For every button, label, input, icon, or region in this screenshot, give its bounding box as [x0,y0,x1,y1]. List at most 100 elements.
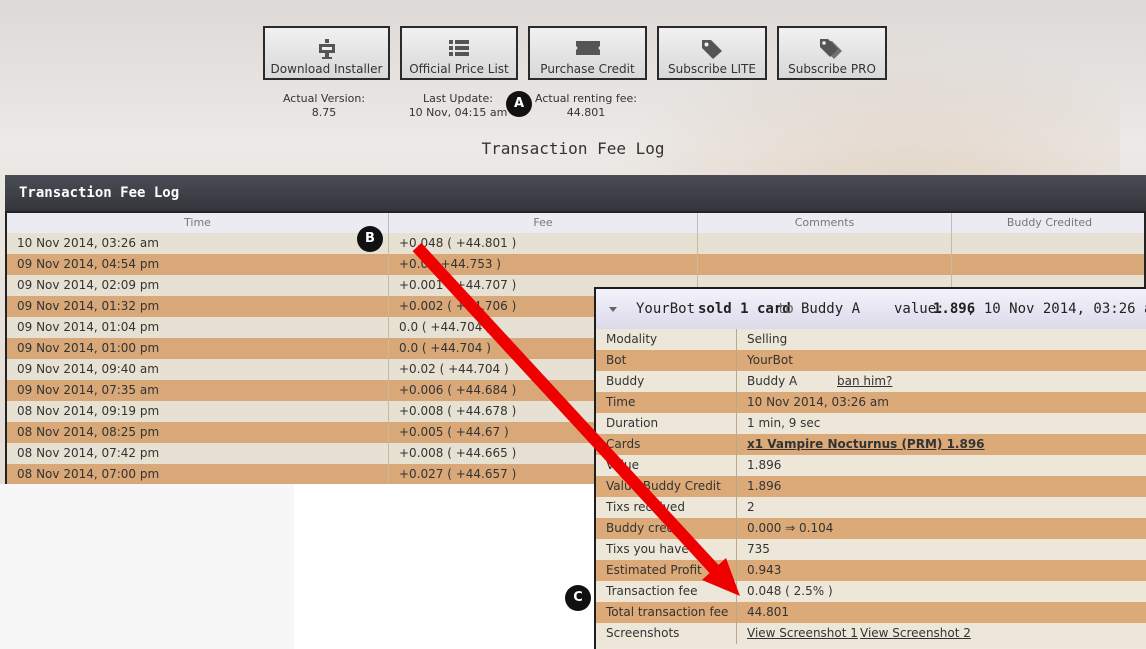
marker-a: A [506,91,532,117]
detail-row: Modality Selling [596,329,1146,350]
detail-key: Value [606,458,639,472]
detail-key: Duration [606,416,659,430]
ticket-icon [530,38,645,60]
marker-b: B [357,226,383,252]
version-info: Actual Version: 8.75 [268,92,380,120]
renting-fee-info: Actual renting fee: 44.801 [532,92,640,120]
detail-divider [736,476,737,497]
column-header-buddy-credited[interactable]: Buddy Credited [952,213,1144,233]
column-header-fee[interactable]: Fee [389,213,698,233]
renting-fee-label: Actual renting fee: [535,92,637,105]
header-bot-name: YourBot [636,301,696,317]
detail-row: Duration 1 min, 9 sec [596,413,1146,434]
detail-key: Transaction fee [606,584,698,598]
detail-divider [736,560,737,581]
tags-icon [779,38,885,60]
tag-icon [659,38,765,60]
table-row[interactable]: 10 Nov 2014, 03:26 am +0.048 ( +44.801 ) [7,233,1144,254]
detail-value: Selling [747,332,788,346]
detail-value: 1.896 [747,479,782,493]
ban-link[interactable]: ban him? [837,371,892,392]
detail-key: Bot [606,353,627,367]
header-datetime: , 10 Nov 2014, 03:26 am [967,301,1146,317]
cell-time: 08 Nov 2014, 07:42 pm [7,443,389,464]
detail-value: 0.048 ( 2.5% ) [747,584,833,598]
detail-key: Screenshots [606,626,680,640]
cell-time: 08 Nov 2014, 09:19 pm [7,401,389,422]
cell-time: 09 Nov 2014, 01:00 pm [7,338,389,359]
list-icon [402,38,516,60]
subscribe-pro-button[interactable]: Subscribe PRO [777,26,887,80]
detail-divider [736,392,737,413]
detail-row: Tixs received 2 [596,497,1146,518]
blank-area [0,484,294,649]
cell-time: 09 Nov 2014, 02:09 pm [7,275,389,296]
detail-value: 0.943 [747,563,782,577]
detail-value: 2 [747,500,755,514]
detail-value: 0.000 ⇒ 0.104 [747,521,834,535]
detail-divider [736,455,737,476]
version-label: Actual Version: [282,92,366,105]
purchase-credit-button[interactable]: Purchase Credit [528,26,647,80]
detail-row: Buddy credit 0.000 ⇒ 0.104 [596,518,1146,539]
cell-comments [698,254,952,275]
card-link[interactable]: x1 Vampire Nocturnus (PRM) 1.896 [747,434,985,455]
cell-time: 09 Nov 2014, 01:04 pm [7,317,389,338]
detail-row: Cards x1 Vampire Nocturnus (PRM) 1.896 [596,434,1146,455]
cell-fee: +0.0 ( +44.753 ) [389,254,698,275]
table-row[interactable]: 09 Nov 2014, 04:54 pm +0.0 ( +44.753 ) [7,254,1144,275]
detail-key: Modality [606,332,658,346]
detail-value: 44.801 [747,605,789,619]
column-header-time[interactable]: Time [7,213,389,233]
screenshot-1-link[interactable]: View Screenshot 1 [747,623,858,644]
version-value: 8.75 [311,106,337,119]
trade-detail-panel: YourBot sold 1 card to Buddy A value: 1.… [594,287,1146,649]
detail-divider [736,329,737,350]
update-value: 10 Nov, 04:15 am [408,106,508,119]
download-installer-button[interactable]: Download Installer [263,26,390,80]
detail-row: Bot YourBot [596,350,1146,371]
cell-time: 08 Nov 2014, 07:00 pm [7,464,389,484]
detail-divider [736,350,737,371]
detail-key: Buddy [606,374,645,388]
screenshot-2-link[interactable]: View Screenshot 2 [860,623,971,644]
detail-value: YourBot [747,353,793,367]
detail-row: Screenshots View Screenshot 1 View Screens… [596,623,1146,644]
blank-area-2 [294,484,594,649]
cell-time: 08 Nov 2014, 08:25 pm [7,422,389,443]
cell-time: 09 Nov 2014, 01:32 pm [7,296,389,317]
cell-comments [698,233,952,254]
detail-divider [736,371,737,392]
trade-detail-header[interactable]: YourBot sold 1 card to Buddy A value: 1.… [596,289,1146,329]
detail-value: 1.896 [747,458,782,472]
cell-time: 09 Nov 2014, 09:40 am [7,359,389,380]
detail-value: 735 [747,542,770,556]
detail-value: 1 min, 9 sec [747,416,821,430]
detail-key: Time [606,395,636,409]
detail-key: Value Buddy Credit [606,479,721,493]
official-price-list-button[interactable]: Official Price List [400,26,518,80]
detail-divider [736,602,737,623]
update-info: Last Update: 10 Nov, 04:15 am [404,92,512,120]
detail-row: Tixs you have 735 [596,539,1146,560]
cell-time: 09 Nov 2014, 04:54 pm [7,254,389,275]
detail-key: Tixs you have [606,542,689,556]
detail-row: Time 10 Nov 2014, 03:26 am [596,392,1146,413]
page-title: Transaction Fee Log [481,139,665,158]
detail-divider [736,623,737,644]
column-header-comments[interactable]: Comments [698,213,952,233]
install-icon [265,38,388,60]
cell-time: 09 Nov 2014, 07:35 am [7,380,389,401]
detail-divider [736,581,737,602]
log-panel-header: Transaction Fee Log [5,175,1146,211]
update-label: Last Update: [423,92,493,105]
detail-row: Value 1.896 [596,455,1146,476]
detail-divider [736,518,737,539]
detail-divider [736,434,737,455]
detail-key: Estimated Profit [606,563,702,577]
header-buddy-name: Buddy A [801,301,861,317]
cell-fee: +0.048 ( +44.801 ) [389,233,698,254]
subscribe-lite-button[interactable]: Subscribe LITE [657,26,767,80]
download-installer-label: Download Installer [270,62,383,76]
renting-fee-value: 44.801 [566,106,606,119]
